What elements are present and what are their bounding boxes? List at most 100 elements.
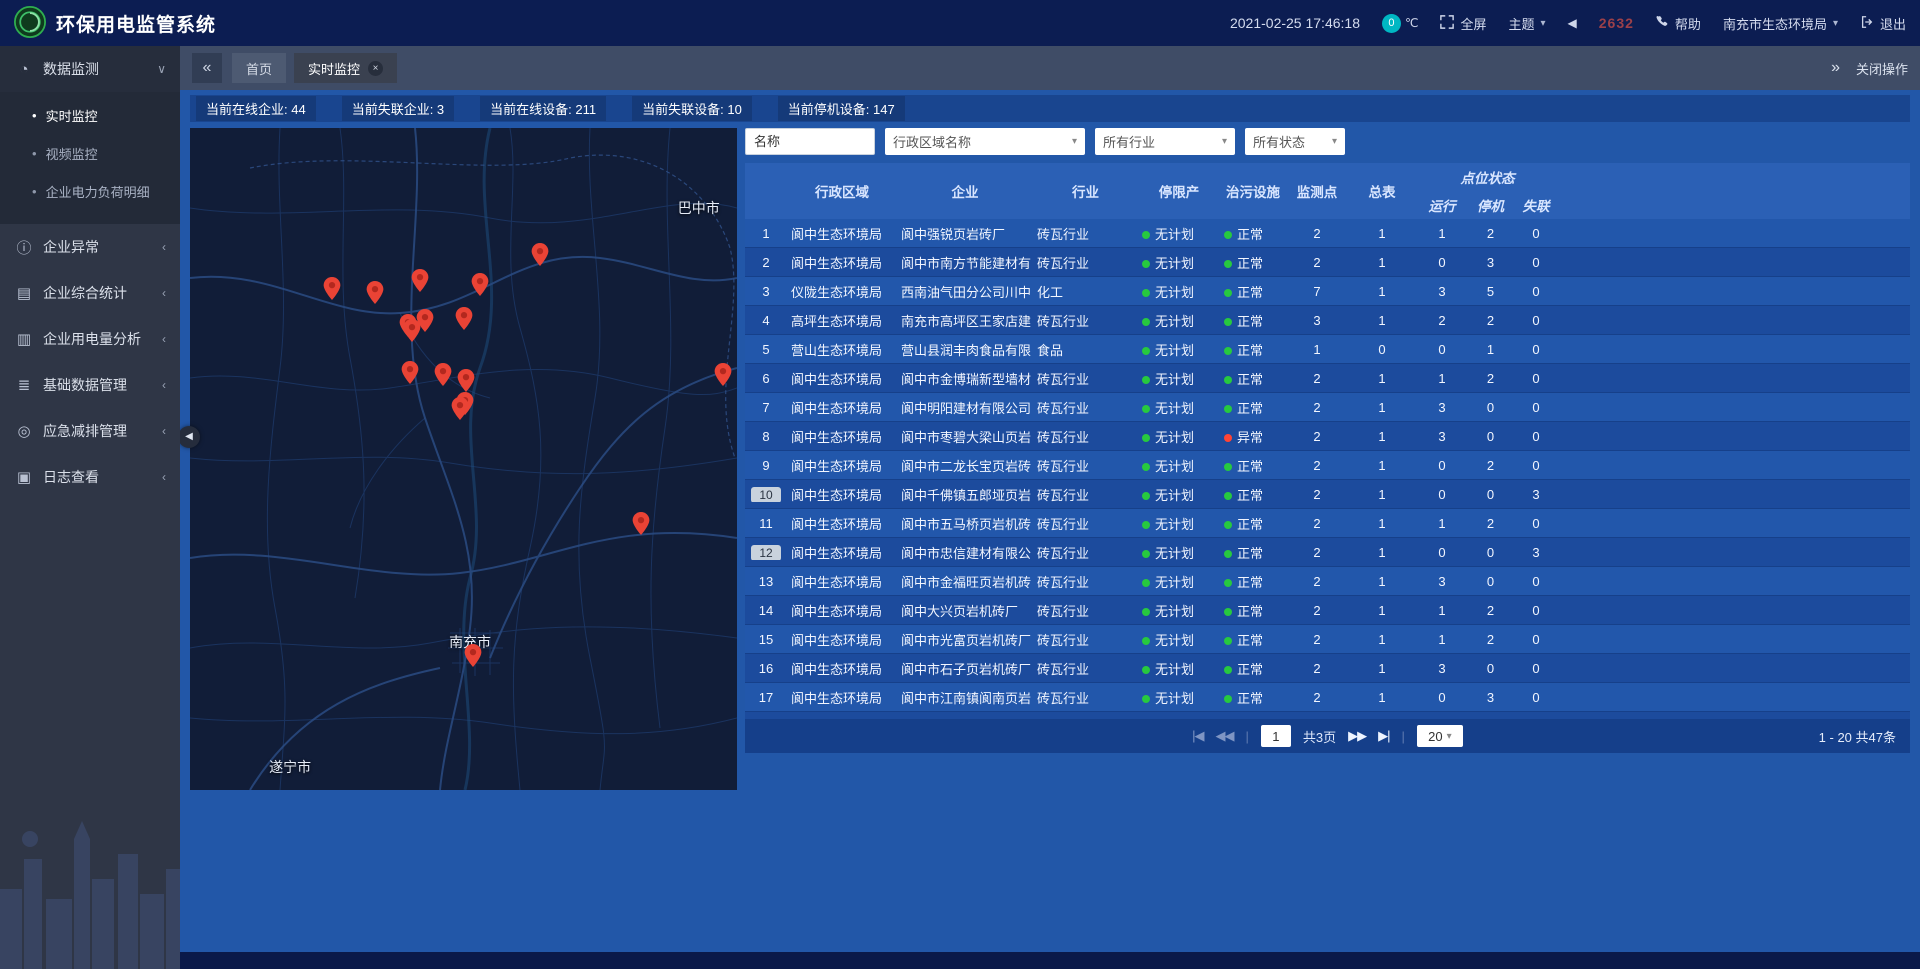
map-pin[interactable] bbox=[435, 363, 452, 389]
close-tab-icon[interactable]: × bbox=[368, 61, 383, 76]
tab-home[interactable]: 首页 bbox=[232, 53, 286, 83]
status-filter-select[interactable]: 所有状态 ▾ bbox=[1245, 128, 1345, 155]
alarm-speaker-icon[interactable]: ◀ bbox=[1568, 16, 1577, 30]
status-dot-icon bbox=[1224, 289, 1232, 297]
map-panel[interactable]: 巴中市南充市遂宁市 ◀ bbox=[190, 128, 737, 790]
col-stop: 停机 bbox=[1468, 191, 1513, 219]
page-size-select[interactable]: 20 ▾ bbox=[1417, 725, 1463, 747]
map-pin[interactable] bbox=[458, 369, 475, 395]
table-row[interactable]: 9阆中生态环境局阆中市二龙长宝页岩砖砖瓦行业无计划正常21020 bbox=[745, 451, 1910, 480]
tab-realtime-monitor[interactable]: 实时监控× bbox=[294, 53, 397, 83]
col-monitor: 监测点 bbox=[1286, 163, 1348, 219]
page-input[interactable] bbox=[1261, 725, 1291, 747]
first-page-icon[interactable]: |◀ bbox=[1192, 728, 1203, 744]
map-pin[interactable] bbox=[411, 269, 428, 295]
map-pin[interactable] bbox=[632, 512, 649, 538]
sidebar-item-label: 应急减排管理 bbox=[43, 421, 127, 441]
help-button[interactable]: 帮助 bbox=[1656, 14, 1701, 33]
table-row[interactable]: 2阆中生态环境局阆中市南方节能建材有砖瓦行业无计划正常21030 bbox=[745, 248, 1910, 277]
table-row[interactable]: 11阆中生态环境局阆中市五马桥页岩机砖砖瓦行业无计划正常21120 bbox=[745, 509, 1910, 538]
map-pin[interactable] bbox=[404, 319, 421, 345]
row-region: 阆中生态环境局 bbox=[787, 427, 897, 446]
map-pin[interactable] bbox=[464, 644, 481, 670]
tabs-scroll-right-button[interactable]: » bbox=[1831, 59, 1840, 77]
chevron-left-icon: ‹ bbox=[162, 378, 166, 392]
map-pin[interactable] bbox=[714, 363, 731, 389]
table-row[interactable]: 13阆中生态环境局阆中市金福旺页岩机砖砖瓦行业无计划正常21300 bbox=[745, 567, 1910, 596]
row-industry: 砖瓦行业 bbox=[1033, 456, 1138, 475]
table-row[interactable]: 5营山生态环境局营山县润丰肉食品有限食品无计划正常10010 bbox=[745, 335, 1910, 364]
stat-item: 当前失联企业: 3 bbox=[342, 96, 454, 121]
row-facility-status: 正常 bbox=[1220, 485, 1286, 504]
sidebar-item-base-data[interactable]: ≣基础数据管理‹ bbox=[0, 362, 180, 408]
row-industry: 砖瓦行业 bbox=[1033, 398, 1138, 417]
industry-filter-select[interactable]: 所有行业 ▾ bbox=[1095, 128, 1235, 155]
sidebar-item-log-view[interactable]: ▣日志查看‹ bbox=[0, 454, 180, 500]
content-area: 当前在线企业: 44当前失联企业: 3当前在线设备: 211当前失联设备: 10… bbox=[180, 90, 1920, 952]
sidebar-subitem-video-monitor[interactable]: •视频监控 bbox=[0, 134, 180, 172]
chart-icon: ▥ bbox=[14, 330, 34, 348]
map-collapse-button[interactable]: ◀ bbox=[178, 426, 200, 448]
map-pin[interactable] bbox=[324, 277, 341, 303]
table-row[interactable]: 3仪陇生态环境局西南油气田分公司川中化工无计划正常71350 bbox=[745, 277, 1910, 306]
tabs-scroll-left-button[interactable]: « bbox=[192, 53, 222, 83]
close-operations-button[interactable]: 关闭操作 bbox=[1856, 59, 1908, 78]
row-region: 阆中生态环境局 bbox=[787, 688, 897, 707]
table-row[interactable]: 12阆中生态环境局阆中市忠信建材有限公砖瓦行业无计划正常21003 bbox=[745, 538, 1910, 567]
row-region: 阆中生态环境局 bbox=[787, 224, 897, 243]
sidebar-item-label: 数据监测 bbox=[43, 59, 99, 79]
sidebar-subitem-power-load-detail[interactable]: •企业电力负荷明细 bbox=[0, 172, 180, 210]
table-row[interactable]: 8阆中生态环境局阆中市枣碧大梁山页岩砖瓦行业无计划异常21300 bbox=[745, 422, 1910, 451]
fullscreen-button[interactable]: 全屏 bbox=[1440, 14, 1486, 33]
table-row[interactable]: 17阆中生态环境局阆中市江南镇阆南页岩砖瓦行业无计划正常21030 bbox=[745, 683, 1910, 712]
row-index-cell: 5 bbox=[745, 342, 787, 357]
sidebar-group-data-monitoring: ◔数据监测∨ •实时监控•视频监控•企业电力负荷明细 bbox=[0, 46, 180, 224]
row-total: 1 bbox=[1348, 400, 1416, 415]
status-dot-icon bbox=[1142, 231, 1150, 239]
logout-button[interactable]: 退出 bbox=[1860, 14, 1906, 33]
map-pin[interactable] bbox=[456, 307, 473, 333]
map-pin[interactable] bbox=[366, 281, 383, 307]
table-row[interactable]: 6阆中生态环境局阆中市金博瑞新型墙材砖瓦行业无计划正常21120 bbox=[745, 364, 1910, 393]
region-filter-select[interactable]: 行政区域名称 ▾ bbox=[885, 128, 1085, 155]
sidebar-item-power-analysis[interactable]: ▥企业用电量分析‹ bbox=[0, 316, 180, 362]
name-filter-input[interactable] bbox=[745, 128, 875, 155]
row-lost: 0 bbox=[1513, 226, 1559, 241]
map-pin[interactable] bbox=[452, 397, 469, 423]
theme-dropdown[interactable]: 主题 ▾ bbox=[1508, 14, 1545, 33]
last-page-icon[interactable]: ▶| bbox=[1378, 728, 1389, 744]
table-row[interactable]: 1阆中生态环境局阆中强锐页岩砖厂砖瓦行业无计划正常21120 bbox=[745, 219, 1910, 248]
row-run: 3 bbox=[1416, 400, 1468, 415]
sidebar-item-emergency-management[interactable]: ◎应急减排管理‹ bbox=[0, 408, 180, 454]
row-facility-status: 正常 bbox=[1220, 514, 1286, 533]
table-row[interactable]: 16阆中生态环境局阆中市石子页岩机砖厂砖瓦行业无计划正常21300 bbox=[745, 654, 1910, 683]
table-row[interactable]: 18南部生态环境局南部县双佛土砖有限公砖瓦行业无计划正常 bbox=[745, 712, 1910, 719]
row-run: 0 bbox=[1416, 342, 1468, 357]
map-pin[interactable] bbox=[471, 273, 488, 299]
table-row[interactable]: 15阆中生态环境局阆中市光富页岩机砖厂砖瓦行业无计划正常21120 bbox=[745, 625, 1910, 654]
sidebar-subitem-realtime-monitor[interactable]: •实时监控 bbox=[0, 96, 180, 134]
status-dot-icon bbox=[1224, 260, 1232, 268]
sidebar-item-label: 企业用电量分析 bbox=[43, 329, 141, 349]
chevron-down-icon: ▾ bbox=[1064, 136, 1077, 147]
table-row[interactable]: 10阆中生态环境局阆中千佛镇五郎垭页岩砖瓦行业无计划正常21003 bbox=[745, 480, 1910, 509]
row-run: 3 bbox=[1416, 661, 1468, 676]
col-industry: 行业 bbox=[1033, 163, 1138, 219]
row-region: 阆中生态环境局 bbox=[787, 369, 897, 388]
next-page-icon[interactable]: ▶▶ bbox=[1348, 728, 1366, 744]
row-monitor: 2 bbox=[1286, 690, 1348, 705]
table-row[interactable]: 14阆中生态环境局阆中大兴页岩机砖厂砖瓦行业无计划正常21120 bbox=[745, 596, 1910, 625]
map-pin[interactable] bbox=[532, 243, 549, 269]
sidebar-item-enterprise-stats[interactable]: ▤企业综合统计‹ bbox=[0, 270, 180, 316]
org-name: 南充市生态环境局 bbox=[1723, 14, 1827, 33]
sidebar-subitem-label: 企业电力负荷明细 bbox=[46, 182, 150, 201]
org-dropdown[interactable]: 南充市生态环境局 ▾ bbox=[1723, 14, 1838, 33]
map-pin[interactable] bbox=[401, 361, 418, 387]
sidebar-item-enterprise-abnormal[interactable]: ⓘ企业异常‹ bbox=[0, 224, 180, 270]
table-row[interactable]: 4高坪生态环境局南充市高坪区王家店建砖瓦行业无计划正常31220 bbox=[745, 306, 1910, 335]
status-dot-icon bbox=[1224, 550, 1232, 558]
prev-page-icon[interactable]: ◀◀ bbox=[1215, 728, 1233, 744]
row-limit-status: 无计划 bbox=[1138, 282, 1220, 301]
sidebar-item-data-monitoring[interactable]: ◔数据监测∨ bbox=[0, 46, 180, 92]
table-row[interactable]: 7阆中生态环境局阆中明阳建材有限公司砖瓦行业无计划正常21300 bbox=[745, 393, 1910, 422]
